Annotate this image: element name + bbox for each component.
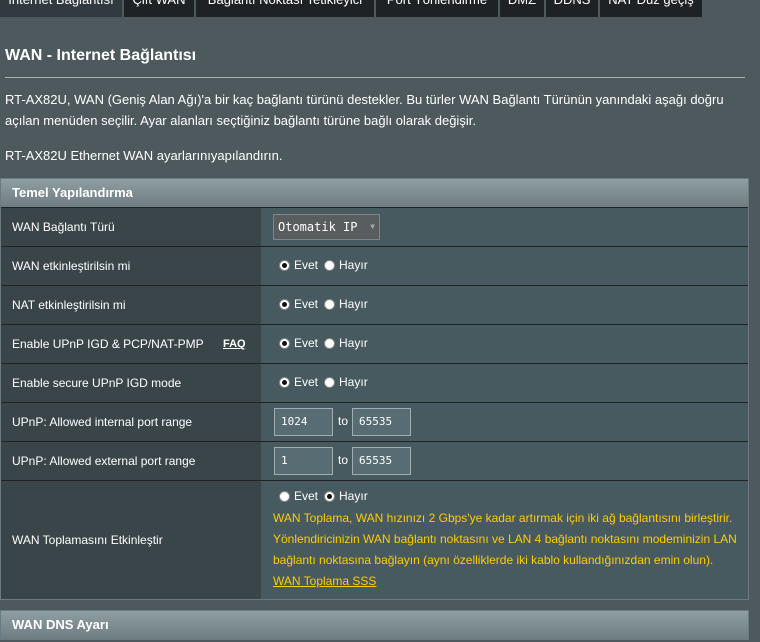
yes-label: Evet: [294, 258, 319, 272]
to-label: to: [338, 414, 349, 428]
wan-enable-label: WAN etkinleştirilsin mi: [1, 247, 261, 285]
wan-aggregation-faq-link[interactable]: WAN Toplama SSS: [273, 574, 376, 588]
wan-aggregation-no-radio[interactable]: [324, 490, 336, 502]
yes-label: Evet: [294, 375, 319, 389]
tab-ddns[interactable]: DDNS: [546, 0, 598, 17]
secure-upnp-yes-radio[interactable]: [279, 376, 290, 388]
wan-type-select[interactable]: Otomatik IP ▼: [273, 214, 380, 240]
nat-enable-label: NAT etkinleştirilsin mi: [1, 286, 261, 324]
no-label: Hayır: [339, 336, 368, 350]
nat-enable-no-radio[interactable]: [324, 298, 336, 310]
tab-label: DDNS: [546, 0, 598, 9]
wan-aggregation-yes-radio[interactable]: [279, 490, 290, 502]
divider: [5, 77, 745, 78]
external-port-to-input[interactable]: 65535: [352, 447, 411, 475]
to-label: to: [338, 453, 349, 467]
wan-dns-section: WAN DNS Ayarı: [0, 610, 749, 640]
wan-type-label: WAN Bağlantı Türü: [1, 208, 261, 246]
tab-label: Çift WAN: [124, 0, 194, 9]
yes-label: Evet: [294, 489, 319, 503]
wan-enable-no-radio[interactable]: [324, 259, 336, 271]
tab-internet-connection[interactable]: Internet Bağlantısı: [0, 0, 122, 17]
no-label: Hayır: [339, 489, 368, 503]
upnp-yes-radio[interactable]: [279, 337, 290, 349]
secure-upnp-row: Enable secure UPnP IGD mode Evet Hayır: [1, 363, 748, 402]
page-title: WAN - Internet Bağlantısı: [5, 47, 197, 64]
wan-aggregation-label: WAN Toplamasını Etkinleştir: [1, 481, 261, 599]
page-subdescription: RT-AX82U Ethernet WAN ayarlarınıyapıland…: [5, 148, 283, 163]
chevron-down-icon: ▼: [370, 222, 375, 231]
upnp-label-text: Enable UPnP IGD & PCP/NAT-PMP: [12, 337, 204, 351]
wan-type-row: WAN Bağlantı Türü Otomatik IP ▼: [1, 207, 748, 246]
main-panel: WAN - Internet Bağlantısı RT-AX82U, WAN …: [0, 17, 760, 642]
internal-port-from-input[interactable]: 1024: [274, 408, 333, 436]
tab-label: NAT Düz geçiş: [600, 0, 702, 9]
internal-port-range-row: UPnP: Allowed internal port range 1024 t…: [1, 402, 748, 441]
tab-nat-passthrough[interactable]: NAT Düz geçiş: [600, 0, 702, 17]
internal-port-to-input[interactable]: 65535: [352, 408, 411, 436]
no-label: Hayır: [339, 258, 368, 272]
tab-port-trigger[interactable]: Bağlantı Noktası Tetikleyici: [196, 0, 374, 17]
external-port-range-row: UPnP: Allowed external port range 1 to 6…: [1, 441, 748, 480]
wan-type-value: Otomatik IP: [278, 220, 358, 234]
upnp-no-radio[interactable]: [324, 337, 336, 349]
no-label: Hayır: [339, 297, 368, 311]
tab-bar: Internet Bağlantısı Çift WAN Bağlantı No…: [0, 0, 760, 17]
upnp-row: Enable UPnP IGD & PCP/NAT-PMP FAQ Evet H…: [1, 324, 748, 363]
tab-dmz[interactable]: DMZ: [500, 0, 544, 17]
section-header: Temel Yapılandırma: [1, 179, 748, 207]
tab-label: Port Yönlendirme: [376, 0, 498, 9]
tab-label: Internet Bağlantısı: [0, 0, 122, 9]
faq-link[interactable]: FAQ: [223, 338, 246, 350]
wan-aggregation-note-text: WAN Toplama, WAN hızınızı 2 Gbps'ye kada…: [273, 511, 737, 567]
tab-label: Bağlantı Noktası Tetikleyici: [196, 0, 374, 9]
yes-label: Evet: [294, 336, 319, 350]
nat-enable-row: NAT etkinleştirilsin mi Evet Hayır: [1, 285, 748, 324]
nat-enable-yes-radio[interactable]: [279, 298, 290, 310]
external-port-from-input[interactable]: 1: [274, 447, 333, 475]
secure-upnp-no-radio[interactable]: [324, 376, 336, 388]
external-port-range-label: UPnP: Allowed external port range: [1, 442, 261, 480]
tab-port-forwarding[interactable]: Port Yönlendirme: [376, 0, 498, 17]
wan-aggregation-note: WAN Toplama, WAN hızınızı 2 Gbps'ye kada…: [273, 508, 743, 592]
wan-enable-yes-radio[interactable]: [279, 259, 290, 271]
upnp-label: Enable UPnP IGD & PCP/NAT-PMP FAQ: [1, 325, 261, 363]
wan-aggregation-row: WAN Toplamasını Etkinleştir Evet Hayır W…: [1, 480, 748, 599]
secure-upnp-label: Enable secure UPnP IGD mode: [1, 364, 261, 402]
tab-label: DMZ: [500, 0, 544, 9]
page-description: RT-AX82U, WAN (Geniş Alan Ağı)'a bir kaç…: [5, 92, 724, 128]
no-label: Hayır: [339, 375, 368, 389]
yes-label: Evet: [294, 297, 319, 311]
tab-dual-wan[interactable]: Çift WAN: [124, 0, 194, 17]
section-header: WAN DNS Ayarı: [1, 611, 748, 639]
wan-enable-row: WAN etkinleştirilsin mi Evet Hayır: [1, 246, 748, 285]
internal-port-range-label: UPnP: Allowed internal port range: [1, 403, 261, 441]
basic-config-section: Temel Yapılandırma WAN Bağlantı Türü Oto…: [0, 178, 749, 600]
